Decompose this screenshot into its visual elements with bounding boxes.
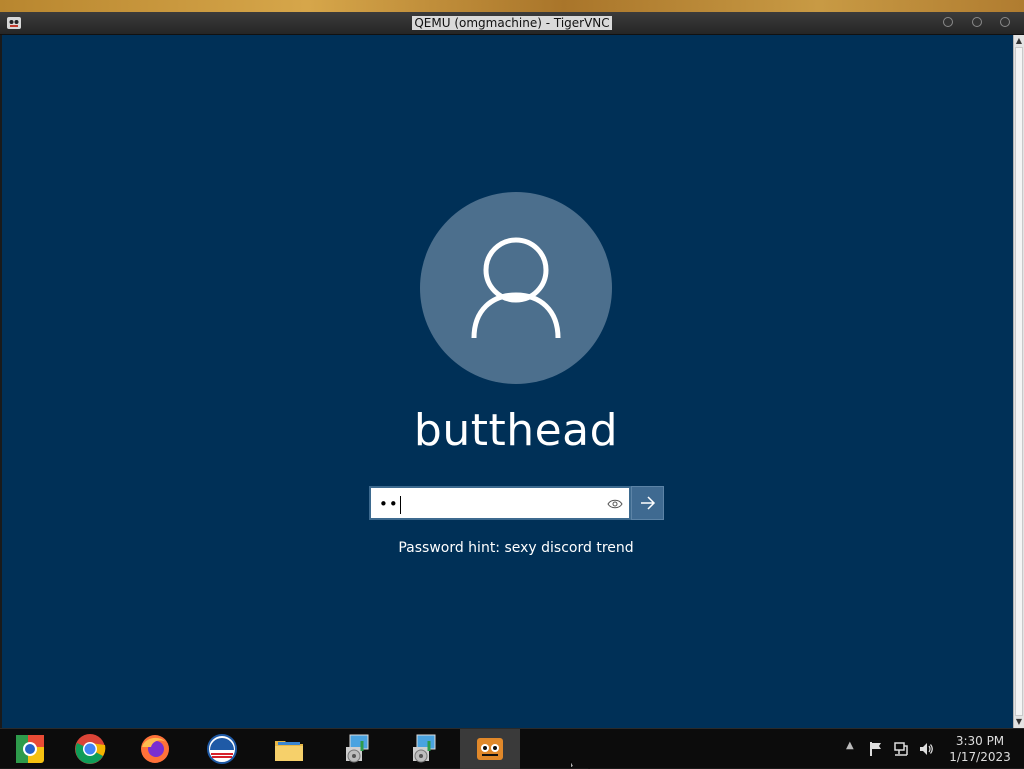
submit-arrow-button[interactable] [631, 486, 664, 520]
reveal-password-eye-icon[interactable] [607, 496, 623, 510]
text-caret [399, 495, 401, 514]
user-silhouette-icon [471, 237, 561, 339]
tigervnc-icon [477, 738, 503, 760]
taskbar-setup-installer-1[interactable] [326, 729, 386, 769]
taskbar-setup-installer-2[interactable] [393, 729, 453, 769]
windows-lock-screen: butthead •• Password hint: sexy discord … [2, 35, 1013, 769]
scroll-up-icon[interactable]: ▲ [1014, 35, 1024, 47]
password-value: •• [379, 495, 401, 514]
password-hint: Password hint: sexy discord trend [398, 540, 634, 556]
taskbar-chrome-canary[interactable] [0, 729, 60, 769]
secondary-mouse-pointer-icon [570, 760, 574, 768]
minimize-button[interactable] [943, 17, 953, 27]
scrollbar-thumb[interactable] [1015, 47, 1023, 716]
clock-date: 1/17/2023 [949, 750, 1011, 764]
desktop-wallpaper-strip [0, 0, 1024, 12]
close-button[interactable] [1000, 17, 1010, 27]
taskbar-obama-logo[interactable] [192, 729, 252, 769]
folder-icon [275, 741, 303, 761]
volume-icon[interactable] [918, 741, 934, 757]
arrow-right-icon [641, 496, 656, 510]
taskbar-google-chrome[interactable] [60, 729, 120, 769]
chrome-icon [75, 734, 106, 764]
taskbar-tigervnc[interactable] [460, 729, 520, 769]
clock-time: 3:30 PM [955, 734, 1005, 748]
action-center-flag-icon[interactable] [868, 741, 884, 757]
taskbar: ▲ 3:30 PM 1/17/2023 [0, 728, 1024, 769]
show-hidden-icons-chevron-up-icon[interactable]: ▲ [846, 740, 854, 751]
window-title: QEMU (omgmachine) - TigerVNC [412, 16, 612, 30]
network-icon[interactable] [893, 741, 909, 757]
chrome-canary-icon [16, 735, 44, 763]
taskbar-file-explorer[interactable] [259, 729, 319, 769]
scroll-down-icon[interactable]: ▼ [1014, 716, 1024, 728]
obama-logo-icon [207, 734, 237, 764]
firefox-icon [141, 735, 169, 763]
password-input[interactable]: •• [369, 486, 631, 520]
taskbar-firefox[interactable] [125, 729, 185, 769]
installer-icon [346, 734, 369, 763]
maximize-button[interactable] [972, 17, 982, 27]
vertical-scrollbar[interactable]: ▲ ▼ [1013, 35, 1024, 728]
system-clock[interactable]: 3:30 PM 1/17/2023 [940, 733, 1020, 765]
installer-icon [413, 734, 436, 763]
user-avatar [420, 192, 612, 384]
vnc-window-titlebar[interactable]: QEMU (omgmachine) - TigerVNC [0, 12, 1024, 35]
username-label: butthead [413, 405, 619, 456]
